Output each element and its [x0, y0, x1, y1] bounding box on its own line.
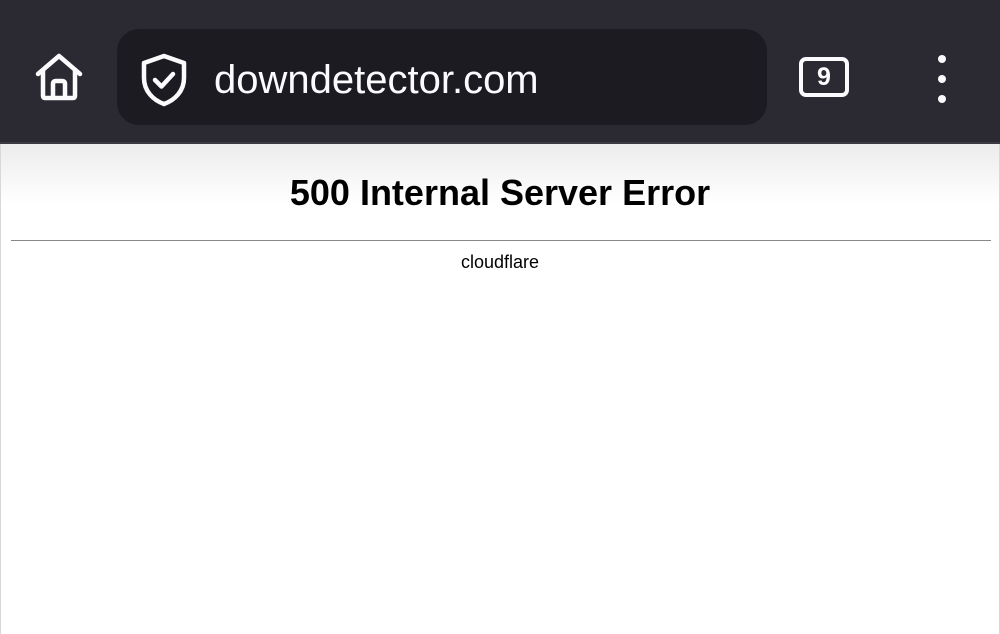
home-button[interactable] [30, 50, 88, 104]
url-text[interactable]: downdetector.com [214, 52, 539, 108]
browser-toolbar: downdetector.com 9 [0, 0, 1000, 144]
home-icon [35, 53, 83, 101]
menu-dot [938, 75, 946, 83]
shield-check-icon[interactable] [138, 53, 190, 107]
server-name: cloudflare [460, 252, 540, 272]
menu-dot [938, 55, 946, 63]
tab-count: 9 [817, 62, 831, 91]
page-content: 500 Internal Server Error cloudflare [0, 144, 1000, 634]
more-vertical-icon[interactable] [924, 55, 960, 103]
divider [11, 240, 991, 241]
tab-counter-button[interactable]: 9 [799, 57, 849, 97]
menu-dot [938, 95, 946, 103]
error-title: 500 Internal Server Error [289, 172, 711, 213]
